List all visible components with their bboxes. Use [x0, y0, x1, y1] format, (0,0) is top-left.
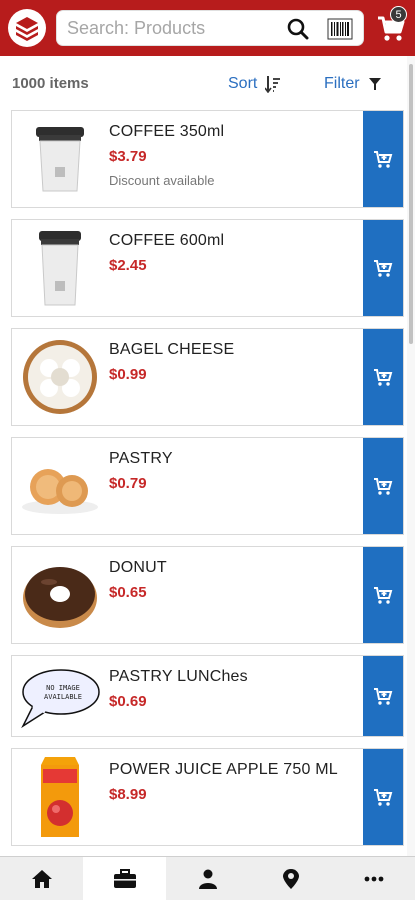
coffee-cup-icon [39, 231, 81, 306]
add-to-cart-icon [374, 369, 393, 386]
cart-count-badge: 5 [390, 6, 407, 23]
filter-icon [368, 78, 381, 90]
no-image-text: NO IMAGE AVAILABLE [44, 684, 82, 701]
product-image [18, 117, 102, 201]
app-logo-icon[interactable] [8, 9, 46, 47]
product-name: COFFEE 600ml [109, 232, 225, 249]
add-to-cart-button[interactable] [363, 220, 403, 316]
add-to-cart-icon [374, 151, 393, 168]
briefcase-icon [113, 868, 136, 888]
product-card[interactable]: COFFEE 600ml $2.45 [11, 219, 404, 317]
product-card[interactable]: PASTRY $0.79 [11, 437, 404, 535]
barcode-scan-icon[interactable] [327, 17, 353, 41]
add-to-cart-button[interactable] [363, 438, 403, 534]
scrollbar-thumb[interactable] [409, 64, 413, 344]
product-name: POWER JUICE APPLE 750 ML [109, 761, 338, 778]
add-to-cart-icon [374, 478, 393, 495]
product-image [18, 553, 102, 637]
product-name: BAGEL CHEESE [109, 341, 235, 358]
product-name: COFFEE 350ml [109, 123, 225, 140]
juice-carton-icon [41, 757, 79, 837]
bottom-navigation [0, 856, 415, 900]
pastry-icon [22, 469, 98, 514]
nav-more[interactable] [332, 857, 415, 900]
product-card[interactable]: DONUT $0.65 [11, 546, 404, 644]
person-icon [198, 869, 217, 889]
product-name: PASTRY LUNChes [109, 668, 248, 685]
product-card[interactable]: POWER JUICE APPLE 750 ML $8.99 [11, 748, 404, 846]
bagel-icon [23, 340, 97, 414]
product-name: PASTRY [109, 450, 173, 467]
product-list: COFFEE 350ml $3.79 Discount available CO… [0, 108, 407, 856]
add-to-cart-button[interactable] [363, 749, 403, 845]
product-card[interactable]: NO IMAGE AVAILABLE PASTRY LUNChes $0.69 [11, 655, 404, 737]
product-image [18, 226, 102, 310]
nav-home[interactable] [0, 857, 83, 900]
product-price: $0.79 [109, 475, 147, 492]
add-to-cart-icon [374, 789, 393, 806]
search-bar [56, 10, 364, 46]
product-name: DONUT [109, 559, 167, 576]
product-price: $8.99 [109, 786, 147, 803]
list-toolbar: 1000 items Sort Filter [0, 56, 407, 108]
product-image [18, 444, 102, 528]
filter-label: Filter [324, 75, 360, 92]
search-icon[interactable] [287, 18, 309, 40]
nav-catalog[interactable] [83, 857, 166, 900]
add-to-cart-icon [374, 688, 393, 705]
add-to-cart-icon [374, 587, 393, 604]
sort-button[interactable]: Sort [228, 75, 281, 93]
product-price: $0.65 [109, 584, 147, 601]
product-price: $0.99 [109, 366, 147, 383]
product-price: $0.69 [109, 693, 147, 710]
search-input[interactable] [67, 11, 277, 45]
more-icon [364, 876, 383, 881]
discount-label: Discount available [109, 173, 215, 188]
product-card[interactable]: BAGEL CHEESE $0.99 [11, 328, 404, 426]
filter-button[interactable]: Filter [324, 75, 382, 93]
sort-label: Sort [228, 75, 258, 92]
home-icon [31, 869, 52, 888]
product-price: $2.45 [109, 257, 147, 274]
product-image: NO IMAGE AVAILABLE [18, 662, 102, 734]
item-count: 1000 items [12, 75, 89, 92]
add-to-cart-button[interactable] [363, 547, 403, 643]
coffee-cup-icon [36, 127, 84, 192]
add-to-cart-button[interactable] [363, 656, 403, 736]
donut-icon [23, 567, 97, 628]
product-image [18, 335, 102, 419]
add-to-cart-button[interactable] [363, 111, 403, 207]
product-image [18, 755, 102, 839]
product-card[interactable]: COFFEE 350ml $3.79 Discount available [11, 110, 404, 208]
app-root: 5 1000 items Sort Filter [0, 0, 415, 900]
nav-account[interactable] [166, 857, 249, 900]
nav-locations[interactable] [249, 857, 332, 900]
add-to-cart-icon [374, 260, 393, 277]
location-pin-icon [282, 868, 299, 889]
sort-icon [265, 76, 281, 93]
add-to-cart-button[interactable] [363, 329, 403, 425]
product-price: $3.79 [109, 148, 147, 165]
top-bar: 5 [0, 0, 415, 56]
